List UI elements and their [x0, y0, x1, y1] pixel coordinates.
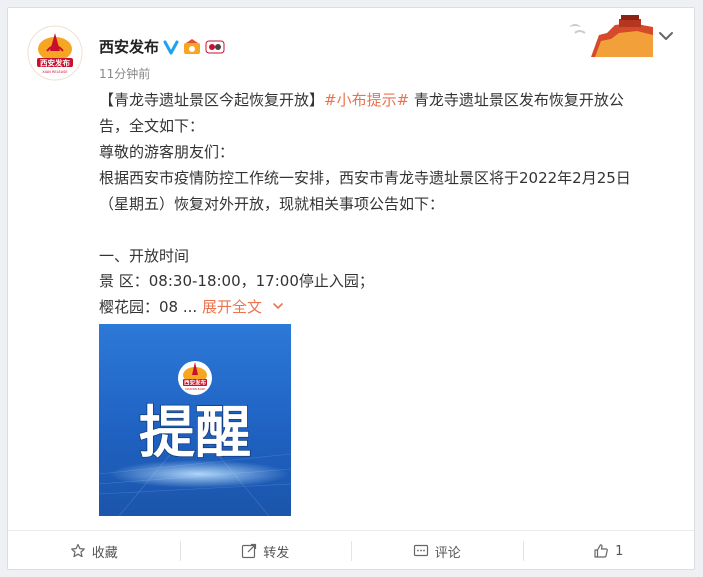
content-line-8: 樱花园：08 ... 展开全文 [99, 295, 679, 321]
image-logo-text: 西安发布 [184, 379, 207, 387]
favorite-label: 收藏 [91, 545, 118, 561]
svg-text:西安发布: 西安发布 [40, 58, 70, 68]
content-line-4: 根据西安市疫情防控工作统一安排，西安市青龙寺遗址景区将于2022年2月25日 [99, 168, 631, 187]
repost-icon [242, 543, 257, 559]
post-title: 【青龙寺遗址景区今起恢复开放】 [99, 91, 325, 109]
content-line-1: 【青龙寺遗址景区今起恢复开放】#小布提示# 青龙寺遗址景区发布恢复开放公 [99, 88, 679, 114]
content-line-2: 告，全文如下： [99, 116, 205, 135]
comment-button[interactable]: 评论 [351, 531, 523, 571]
comment-label: 评论 [434, 545, 461, 561]
star-icon [70, 543, 85, 558]
image-main-text: 提醒 [139, 401, 251, 466]
fan-badge-icon [205, 40, 225, 53]
content-line-5: （星期五）恢复对外开放，现就相关事项公告如下： [99, 194, 445, 213]
verified-badge-icon [163, 40, 179, 54]
hashtag-link[interactable]: #小布提示# [324, 91, 409, 109]
like-button[interactable]: 1 [522, 531, 695, 571]
weibo-post-card: 西安发布 XIAN RELEASE 西安发布 11分钟前 【青龙寺遗址景区今起恢… [7, 7, 695, 570]
chevron-down-icon [272, 303, 283, 310]
action-bar: 收藏 转发 评论 1 [8, 530, 694, 571]
like-count: 1 [615, 543, 624, 559]
chevron-down-icon[interactable] [656, 26, 676, 46]
comment-icon [413, 544, 428, 557]
avatar[interactable]: 西安发布 XIAN RELEASE [27, 25, 83, 81]
image-logo-en: XIAN RELEASE [185, 387, 205, 391]
svg-text:XIAN RELEASE: XIAN RELEASE [42, 70, 67, 74]
content-line-7: 景 区：08:30-18:00，17:00停止入园； [99, 272, 374, 291]
header-banner-decoration [561, 13, 653, 57]
user-name-row: 西安发布 [99, 36, 225, 57]
user-name[interactable]: 西安发布 [99, 36, 159, 57]
post-image[interactable]: 西安发布 XIAN RELEASE 提醒 [99, 324, 291, 516]
post-content: 【青龙寺遗址景区今起恢复开放】#小布提示# 青龙寺遗址景区发布恢复开放公 告，全… [99, 88, 679, 321]
content-line-6: 一、开放时间 [99, 246, 190, 265]
member-badge-icon [184, 38, 201, 54]
repost-button[interactable]: 转发 [179, 531, 352, 571]
thumbs-up-icon [594, 544, 608, 558]
content-line-3: 尊敬的游客朋友们： [99, 142, 235, 161]
repost-label: 转发 [263, 545, 290, 561]
content-text: 樱花园：08 ... [99, 298, 202, 317]
expand-full-text-link[interactable]: 展开全文 [202, 298, 285, 316]
expand-label: 展开全文 [201, 298, 262, 317]
post-time[interactable]: 11分钟前 [99, 65, 150, 82]
content-text: 青龙寺遗址景区发布恢复开放公 [409, 91, 624, 109]
favorite-button[interactable]: 收藏 [8, 531, 180, 571]
